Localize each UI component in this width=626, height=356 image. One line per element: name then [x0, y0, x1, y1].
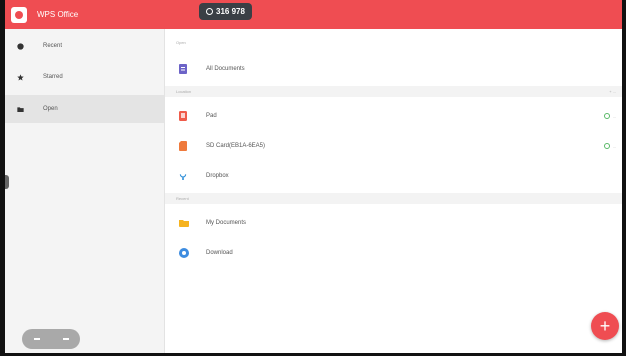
sidebar-item-starred[interactable]: Starred: [5, 63, 164, 91]
status-text: ...: [612, 143, 616, 149]
sidebar: Recent Starred Open: [5, 29, 165, 353]
sidebar-item-label: Open: [43, 106, 58, 112]
status-dot-icon: [603, 113, 610, 119]
sidebar-collapse-handle[interactable]: [5, 175, 9, 189]
documents-icon: [179, 64, 187, 74]
list-item-download[interactable]: Download: [165, 240, 622, 266]
wps-logo-icon: [11, 6, 27, 23]
sd-card-icon: [179, 141, 187, 151]
folder-icon: [17, 106, 24, 112]
section-title: Location: [176, 89, 192, 94]
storage-status: ...: [603, 143, 616, 149]
clock-icon: [206, 8, 213, 15]
list-item-pad[interactable]: Pad ...: [165, 103, 622, 129]
section-header: Open: [165, 37, 622, 48]
list-item-sd-card[interactable]: SD Card(EB1A-6EA5) ...: [165, 133, 622, 159]
section-header: Location + ...: [165, 86, 622, 97]
section-title: Open: [176, 40, 186, 45]
counter-badge: 316 978: [199, 3, 252, 20]
sidebar-item-open[interactable]: Open: [5, 95, 164, 123]
section-action[interactable]: + ...: [609, 89, 616, 94]
device-bezel-right: [622, 0, 626, 356]
clock-icon: [17, 42, 24, 50]
sidebar-item-label: Recent: [43, 43, 63, 49]
toggle-dash-icon: [33, 338, 40, 340]
app-header: WPS Office 316 978: [5, 0, 622, 29]
download-icon: [179, 248, 189, 258]
tablet-icon: [179, 111, 187, 121]
list-item-label: SD Card(EB1A-6EA5): [206, 143, 266, 149]
sidebar-item-label: Starred: [43, 74, 63, 80]
counter-text: 316 978: [216, 7, 245, 16]
star-icon: [17, 73, 24, 81]
list-item-all-documents[interactable]: All Documents: [165, 56, 622, 82]
storage-status: ...: [603, 113, 616, 119]
list-item-dropbox[interactable]: Dropbox: [165, 163, 622, 189]
list-item-label: All Documents: [206, 66, 245, 72]
list-item-label: My Documents: [206, 220, 247, 226]
file-browser: Open All Documents Location + ... Pad ..…: [165, 29, 622, 353]
folder-icon: [179, 220, 189, 227]
status-text: ...: [612, 113, 616, 119]
list-item-label: Dropbox: [206, 173, 229, 179]
status-dot-icon: [603, 143, 610, 149]
mode-toggle[interactable]: [22, 329, 80, 349]
section-title: Recent: [176, 196, 189, 201]
dropbox-icon: [179, 174, 187, 180]
list-item-my-documents[interactable]: My Documents: [165, 210, 622, 236]
sidebar-item-recent[interactable]: Recent: [5, 32, 164, 60]
list-item-label: Download: [206, 250, 233, 256]
section-header: Recent: [165, 193, 622, 204]
toggle-dash-icon: [62, 338, 69, 340]
list-item-label: Pad: [206, 113, 217, 119]
add-button[interactable]: +: [591, 312, 619, 340]
app-title: WPS Office: [37, 10, 79, 19]
